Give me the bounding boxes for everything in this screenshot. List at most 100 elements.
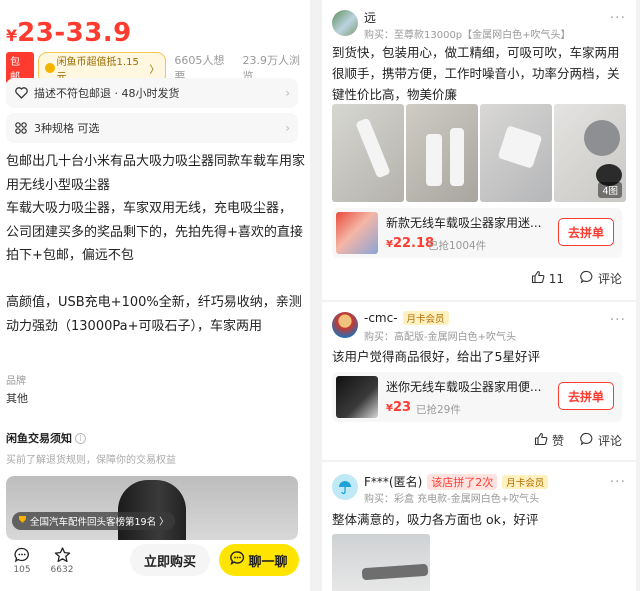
product-image bbox=[118, 480, 186, 540]
member-badge: 月卡会员 bbox=[502, 474, 549, 489]
bottom-action-bar: 105 6632 立即购买 聊一聊 bbox=[0, 540, 310, 591]
group-buy-button[interactable]: 去拼单 bbox=[558, 382, 614, 410]
description-line: 公司团建买多的奖品剩下的，先拍先得+喜欢的直接拍下+包邮，偏远不包 bbox=[6, 224, 303, 264]
chat-bubble-icon bbox=[230, 551, 245, 569]
comment-label: 评论 bbox=[597, 272, 622, 286]
chevron-right-icon: 〉 bbox=[149, 64, 160, 76]
repeat-buyer-badge: 该店拼了2次 bbox=[427, 473, 498, 490]
comment-button[interactable]: 评论 bbox=[580, 270, 622, 287]
product-title: 迷你无线车载吸尘器家用便... bbox=[386, 380, 542, 394]
trophy-icon bbox=[18, 515, 27, 527]
service-text: 描述不符包邮退 · 48小时发货 bbox=[34, 87, 180, 100]
purchase-info: 购买：高配版-金属网白色+吹气头 bbox=[364, 332, 516, 343]
product-thumbnail bbox=[336, 376, 378, 418]
comment-small-icon bbox=[580, 270, 594, 287]
group-buy-button[interactable]: 去拼单 bbox=[558, 218, 614, 246]
info-icon: i bbox=[75, 432, 86, 444]
linked-product[interactable]: 迷你无线车载吸尘器家用便... ¥23 已抢29件 去拼单 bbox=[332, 372, 622, 422]
review-photo[interactable] bbox=[332, 534, 430, 591]
review-card: -cmc- 月卡会员 购买：高配版-金属网白色+吹气头 ··· 该用户觉得商品很… bbox=[322, 302, 636, 460]
review-photo[interactable]: 4图 bbox=[554, 104, 626, 202]
product-price: ¥22.18 bbox=[386, 236, 434, 251]
more-icon[interactable]: ··· bbox=[610, 10, 626, 26]
review-actions: 赞 评论 bbox=[534, 432, 622, 449]
username-text: -cmc- bbox=[364, 311, 398, 325]
linked-product[interactable]: 新款无线车载吸尘器家用迷... ¥22.18 已抢1004件 去拼单 bbox=[332, 208, 622, 258]
review-username[interactable]: F***(匿名) 该店拼了2次 月卡会员 bbox=[364, 473, 549, 490]
item-photo[interactable]: 全国汽车配件回头客榜第19名 〉 bbox=[6, 476, 298, 540]
photo-count-badge: 4图 bbox=[598, 182, 622, 198]
notice-subtitle: 买前了解退货规则，保障你的交易权益 bbox=[6, 455, 176, 466]
review-text: 到货快，包装用心，做工精细，可吸可吹，车家两用很顺手，携带方便，工作时噪音小，功… bbox=[332, 45, 620, 102]
purchase-info: 购买：至尊款13000p【金属网白色+吹气头】 bbox=[364, 30, 571, 41]
chevron-right-icon: › bbox=[285, 121, 290, 135]
like-button[interactable]: 11 bbox=[531, 270, 564, 287]
buy-now-button[interactable]: 立即购买 bbox=[130, 544, 210, 576]
review-username[interactable]: 远 bbox=[364, 9, 376, 26]
umbrella-icon bbox=[339, 481, 351, 495]
chat-label: 聊一聊 bbox=[248, 554, 288, 570]
product-price-value: 23 bbox=[392, 400, 412, 415]
comment-button[interactable]: 评论 bbox=[580, 432, 622, 449]
brand-label: 品牌 bbox=[6, 376, 26, 387]
coin-icon bbox=[44, 63, 55, 73]
notice-title[interactable]: 闲鱼交易须知 i bbox=[6, 430, 86, 446]
description-line: 高颜值，USB充电+100%全新，纤巧易收纳，亲测动力强劲（13000Pa+可吸… bbox=[6, 295, 302, 334]
review-photo[interactable] bbox=[480, 104, 552, 202]
price: ¥ 23-33.9 bbox=[6, 18, 132, 48]
spec-text: 3种规格 可选 bbox=[34, 122, 100, 135]
comment-button[interactable]: 105 bbox=[7, 545, 37, 575]
product-price-currency: ¥ bbox=[386, 239, 393, 250]
username-text: 远 bbox=[364, 11, 377, 25]
heart-outline-icon bbox=[14, 86, 28, 100]
rank-badge[interactable]: 全国汽车配件回头客榜第19名 〉 bbox=[12, 512, 175, 530]
more-icon[interactable]: ··· bbox=[610, 474, 626, 490]
purchase-info: 购买：彩盒 充电款-金属网白色+吹气头 bbox=[364, 494, 540, 505]
rank-text: 全国汽车配件回头客榜第19名 bbox=[30, 517, 157, 528]
chat-button[interactable]: 聊一聊 bbox=[219, 544, 299, 576]
thumbs-up-icon bbox=[531, 270, 545, 287]
price-currency: ¥ bbox=[6, 26, 18, 45]
price-value: 23-33.9 bbox=[17, 18, 132, 48]
review-username[interactable]: -cmc- 月卡会员 bbox=[364, 311, 449, 325]
item-detail-panel: ¥ 23-33.9 包邮 闲鱼币超值抵1.15元 〉 6605人想要 23.9万… bbox=[0, 0, 310, 591]
thumbs-up-icon bbox=[534, 432, 548, 449]
product-sold: 已抢29件 bbox=[416, 404, 461, 416]
review-actions: 11 评论 bbox=[531, 270, 622, 287]
username-text: F***(匿名) bbox=[364, 475, 423, 489]
avatar[interactable] bbox=[332, 10, 358, 36]
like-label: 赞 bbox=[551, 434, 564, 448]
star-outline-icon bbox=[47, 545, 77, 565]
review-photo[interactable] bbox=[332, 104, 404, 202]
screen: ¥ 23-33.9 包邮 闲鱼币超值抵1.15元 〉 6605人想要 23.9万… bbox=[0, 0, 640, 591]
description-line: 包邮出几十台小米有品大吸力吸尘器同款车载车用家用无线小型吸尘器 bbox=[6, 154, 306, 193]
product-price: ¥23 bbox=[386, 400, 411, 415]
product-price-currency: ¥ bbox=[386, 403, 393, 414]
review-photos: 4图 bbox=[332, 104, 626, 202]
review-card: F***(匿名) 该店拼了2次 月卡会员 购买：彩盒 充电款-金属网白色+吹气头… bbox=[322, 462, 636, 591]
description-line: 车载大吸力吸尘器，车家双用无线，充电吸尘器， bbox=[6, 201, 293, 216]
brand-value: 其他 bbox=[6, 392, 28, 405]
item-description: 包邮出几十台小米有品大吸力吸尘器同款车载车用家用无线小型吸尘器 车载大吸力吸尘器… bbox=[6, 150, 306, 338]
review-card: 远 购买：至尊款13000p【金属网白色+吹气头】 ··· 到货快，包装用心，做… bbox=[322, 0, 636, 300]
grid-icon bbox=[14, 121, 28, 135]
chevron-right-icon: 〉 bbox=[159, 517, 169, 528]
member-badge: 月卡会员 bbox=[402, 311, 449, 325]
product-sold: 已抢1004件 bbox=[428, 240, 487, 252]
product-thumbnail bbox=[336, 212, 378, 254]
favorite-button[interactable]: 6632 bbox=[47, 545, 77, 575]
comment-count: 105 bbox=[13, 565, 31, 575]
favorite-count: 6632 bbox=[50, 565, 74, 575]
avatar[interactable] bbox=[332, 312, 358, 338]
service-row[interactable]: 描述不符包邮退 · 48小时发货 › bbox=[6, 78, 298, 108]
product-title: 新款无线车载吸尘器家用迷... bbox=[386, 216, 542, 230]
like-count: 11 bbox=[548, 271, 564, 286]
avatar[interactable] bbox=[332, 474, 358, 500]
like-button[interactable]: 赞 bbox=[534, 432, 564, 449]
review-text: 该用户觉得商品很好，给出了5星好评 bbox=[332, 349, 540, 364]
spec-row[interactable]: 3种规格 可选 › bbox=[6, 113, 298, 143]
more-icon[interactable]: ··· bbox=[610, 312, 626, 328]
review-photo[interactable] bbox=[406, 104, 478, 202]
comment-small-icon bbox=[580, 432, 594, 449]
